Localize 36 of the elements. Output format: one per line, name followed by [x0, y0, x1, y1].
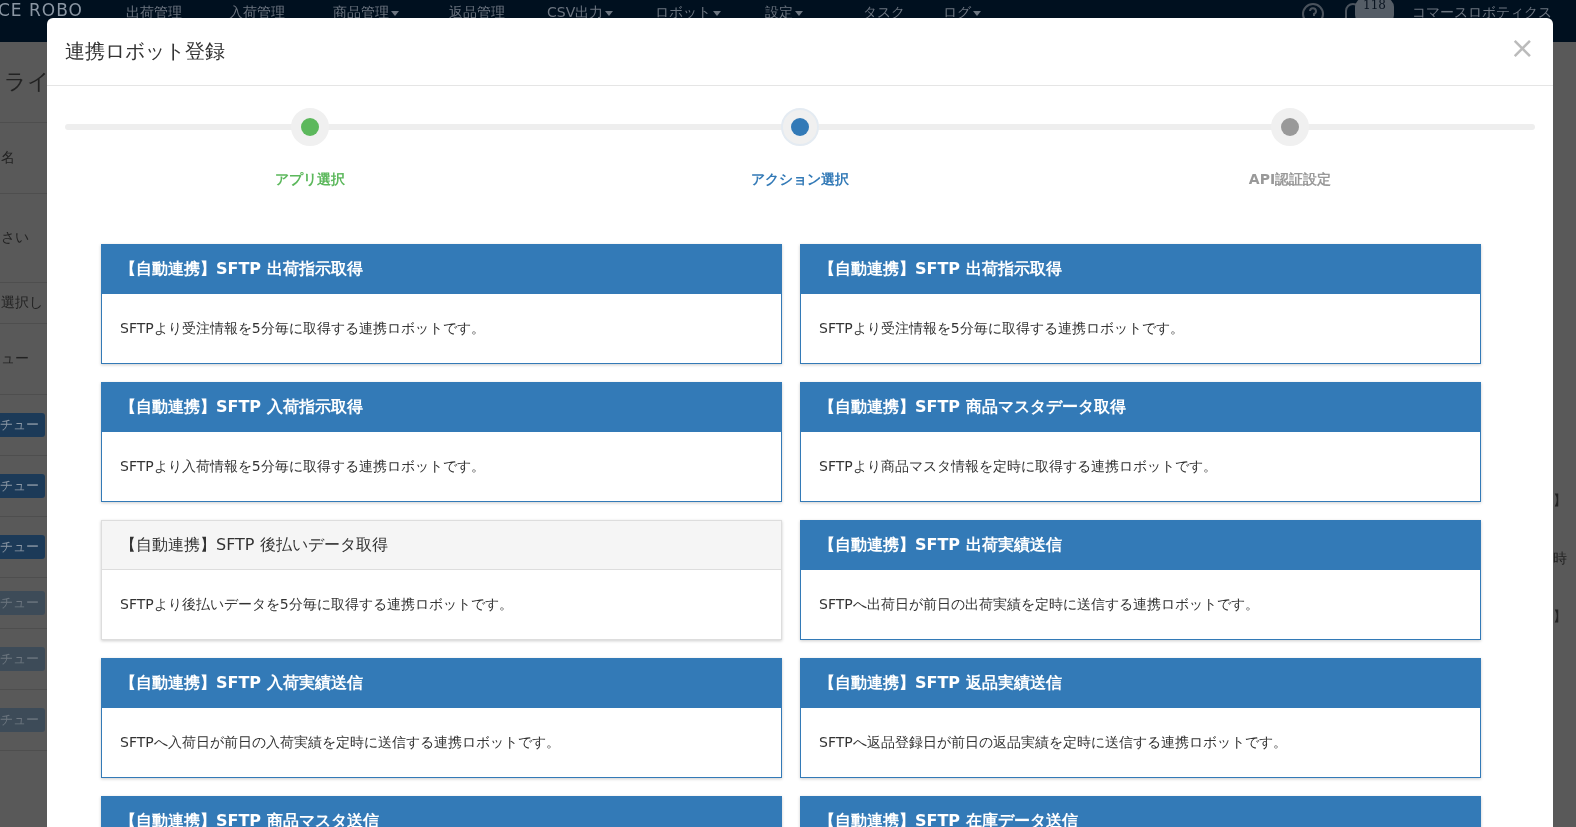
action-card[interactable]: 【自動連携】SFTP 出荷指示取得 SFTPより受注情報を5分毎に取得する連携ロボットです。 [800, 244, 1481, 364]
action-card[interactable]: 【自動連携】SFTP 出荷実績送信 SFTPへ出荷日が前日の出荷実績を定時に送信する連携ロボットです。 [800, 520, 1481, 640]
step-label: アプリ選択 [275, 171, 345, 189]
table-text: 】 [1553, 608, 1568, 626]
queue-button[interactable]: チュー [0, 474, 45, 498]
action-title: 【自動連携】SFTP 商品マスタデータ取得 [801, 383, 1480, 432]
action-title: 【自動連携】SFTP 出荷指示取得 [801, 245, 1480, 294]
step-label: API認証設定 [1248, 171, 1332, 189]
action-description: SFTPより受注情報を5分毎に取得する連携ロボットです。 [119, 318, 486, 338]
action-description: SFTPより商品マスタ情報を定時に取得する連携ロボットです。 [818, 456, 1218, 476]
action-description: SFTPより後払いデータを5分毎に取得する連携ロボットです。 [119, 594, 514, 614]
action-title: 【自動連携】SFTP 返品実績送信 [801, 659, 1480, 708]
user-name[interactable]: コマースロボティクス [1412, 2, 1552, 22]
action-card[interactable]: 【自動連携】SFTP 返品実績送信 SFTPへ返品登録日が前日の返品実績を定時に送信する連携ロボットです。 [800, 658, 1481, 778]
action-card[interactable]: 【自動連携】SFTP 出荷指示取得 SFTPより受注情報を5分毎に取得する連携ロボットです。 [101, 244, 782, 364]
action-card[interactable]: 【自動連携】SFTP 商品マスタデータ取得 SFTPより商品マスタ情報を定時に取得する連携ロボットです。 [800, 382, 1481, 502]
action-description: SFTPより受注情報を5分毎に取得する連携ロボットです。 [818, 318, 1185, 338]
action-description: SFTPへ出荷日が前日の出荷実績を定時に送信する連携ロボットです。 [818, 594, 1260, 614]
nav-menu-item[interactable]: 出荷管理 [126, 2, 182, 22]
action-title: 【自動連携】SFTP 後払いデータ取得 [102, 521, 781, 570]
queue-button[interactable]: チュー [0, 413, 45, 437]
table-text: 】 [1553, 492, 1568, 510]
action-card[interactable]: 【自動連携】SFTP 入荷指示取得 SFTPより入荷情報を5分毎に取得する連携ロボットです。 [101, 382, 782, 502]
action-description: SFTPより入荷情報を5分毎に取得する連携ロボットです。 [119, 456, 486, 476]
step-label: アクション選択 [751, 171, 849, 189]
nav-menu-item[interactable]: CSV出力 [547, 2, 614, 22]
action-title: 【自動連携】SFTP 出荷指示取得 [102, 245, 781, 294]
queue-button[interactable]: チュー [0, 535, 45, 559]
action-title: 【自動連携】SFTP 出荷実績送信 [801, 521, 1480, 570]
action-title: 【自動連携】SFTP 入荷指示取得 [102, 383, 781, 432]
dialog-title: 連携ロボット登録 [65, 38, 225, 65]
action-card[interactable]: 【自動連携】SFTP 入荷実績送信 SFTPへ入荷日が前日の入荷実績を定時に送信する連携ロボットです。 [101, 658, 782, 778]
action-description: SFTPへ入荷日が前日の入荷実績を定時に送信する連携ロボットです。 [119, 732, 561, 752]
action-description: SFTPへ返品登録日が前日の返品実績を定時に送信する連携ロボットです。 [818, 732, 1288, 752]
nav-menu-item[interactable]: ログ [943, 2, 982, 22]
action-title: 【自動連携】SFTP 入荷実績送信 [102, 659, 781, 708]
